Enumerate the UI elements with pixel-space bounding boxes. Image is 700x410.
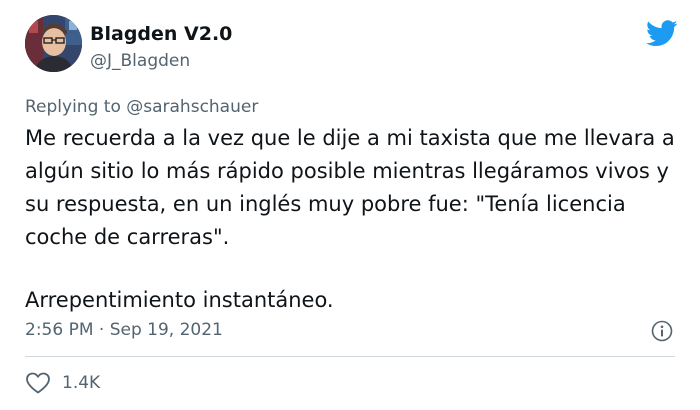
timestamp-link[interactable]: 2:56 PM · Sep 19, 2021 — [25, 320, 223, 340]
divider — [25, 356, 675, 357]
profile-photo — [25, 15, 82, 72]
heart-icon — [26, 372, 50, 394]
author-name[interactable]: Blagden V2.0 — [90, 23, 232, 45]
reply-mention-link[interactable]: @sarahschauer — [126, 97, 258, 117]
info-icon[interactable] — [651, 320, 673, 342]
like-button[interactable]: 1.4K — [25, 370, 100, 396]
twitter-bird-icon[interactable] — [646, 20, 678, 47]
tweet-card: Blagden V2.0 @J_Blagden Replying to @sar… — [0, 0, 700, 410]
tweet-paragraph: Arrepentimiento instantáneo. — [25, 288, 334, 312]
tweet-text: Me recuerda a la vez que le dije a mi ta… — [25, 122, 680, 317]
like-count: 1.4K — [62, 373, 101, 393]
replying-prefix: Replying to — [25, 97, 127, 117]
replying-to: Replying to @sarahschauer — [25, 97, 258, 117]
avatar[interactable] — [25, 15, 82, 72]
author-handle[interactable]: @J_Blagden — [90, 51, 190, 71]
tweet-paragraph: Me recuerda a la vez que le dije a mi ta… — [25, 126, 675, 249]
